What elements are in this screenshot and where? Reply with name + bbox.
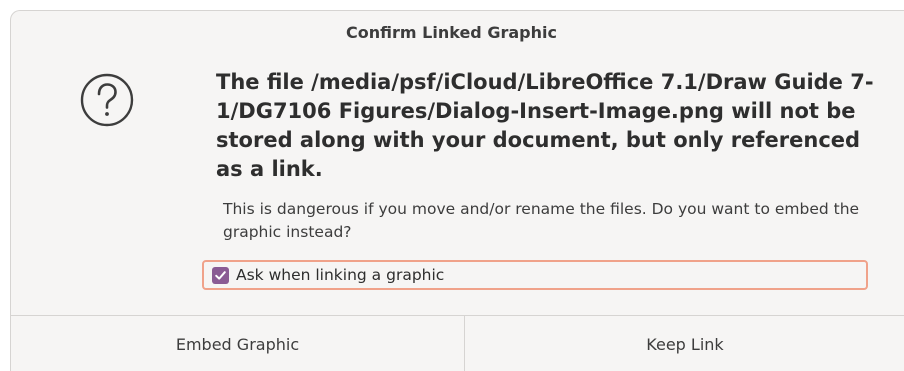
button-bar: Embed Graphic Keep Link: [11, 315, 904, 371]
checkbox-checked-icon[interactable]: [212, 266, 229, 284]
checkbox-label: Ask when linking a graphic: [236, 266, 445, 284]
primary-message: The file /media/psf/iCloud/LibreOffice 7…: [216, 70, 874, 181]
ask-when-linking-checkbox-row[interactable]: Ask when linking a graphic: [202, 260, 868, 290]
embed-graphic-button[interactable]: Embed Graphic: [11, 316, 465, 371]
dialog-title: Confirm Linked Graphic: [346, 23, 557, 42]
question-mark-icon: [80, 73, 134, 127]
keep-link-button[interactable]: Keep Link: [465, 316, 904, 371]
secondary-message: This is dangerous if you move and/or ren…: [223, 200, 860, 241]
confirm-linked-graphic-dialog: Confirm Linked Graphic The file /media/p…: [10, 10, 904, 371]
